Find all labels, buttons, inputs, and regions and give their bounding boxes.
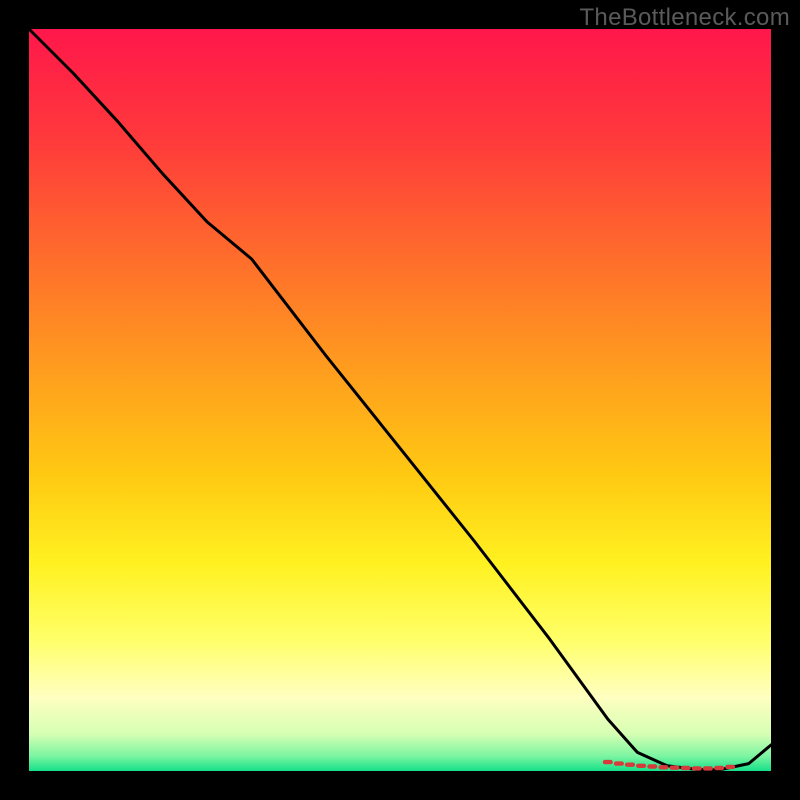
marker-dot: [647, 764, 657, 768]
watermark-text: TheBottleneck.com: [579, 4, 790, 32]
plot-area: [29, 29, 771, 771]
marker-dot: [625, 763, 635, 767]
chart-frame: TheBottleneck.com: [0, 0, 800, 800]
marker-dot: [725, 765, 735, 769]
marker-dot: [603, 760, 613, 764]
marker-dot: [692, 766, 702, 770]
marker-dot: [703, 766, 713, 770]
marker-dot: [670, 766, 680, 770]
marker-dot: [658, 765, 668, 769]
bottleneck-chart: [0, 0, 800, 800]
marker-dot: [681, 766, 691, 770]
marker-dot: [614, 761, 624, 765]
marker-dot: [636, 764, 646, 768]
marker-dot: [714, 766, 724, 770]
